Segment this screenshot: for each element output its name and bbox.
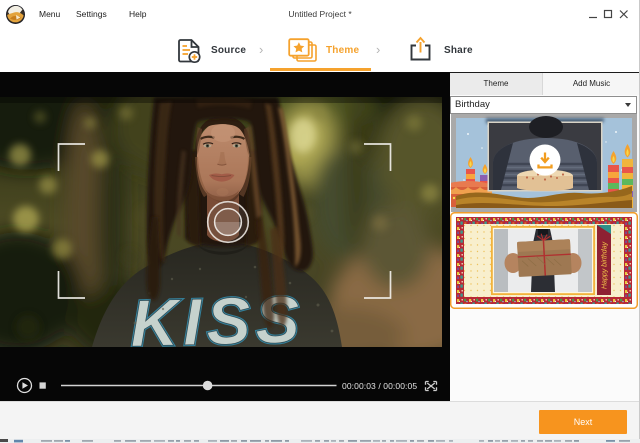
- svg-text:Happy birthday: Happy birthday: [602, 241, 609, 289]
